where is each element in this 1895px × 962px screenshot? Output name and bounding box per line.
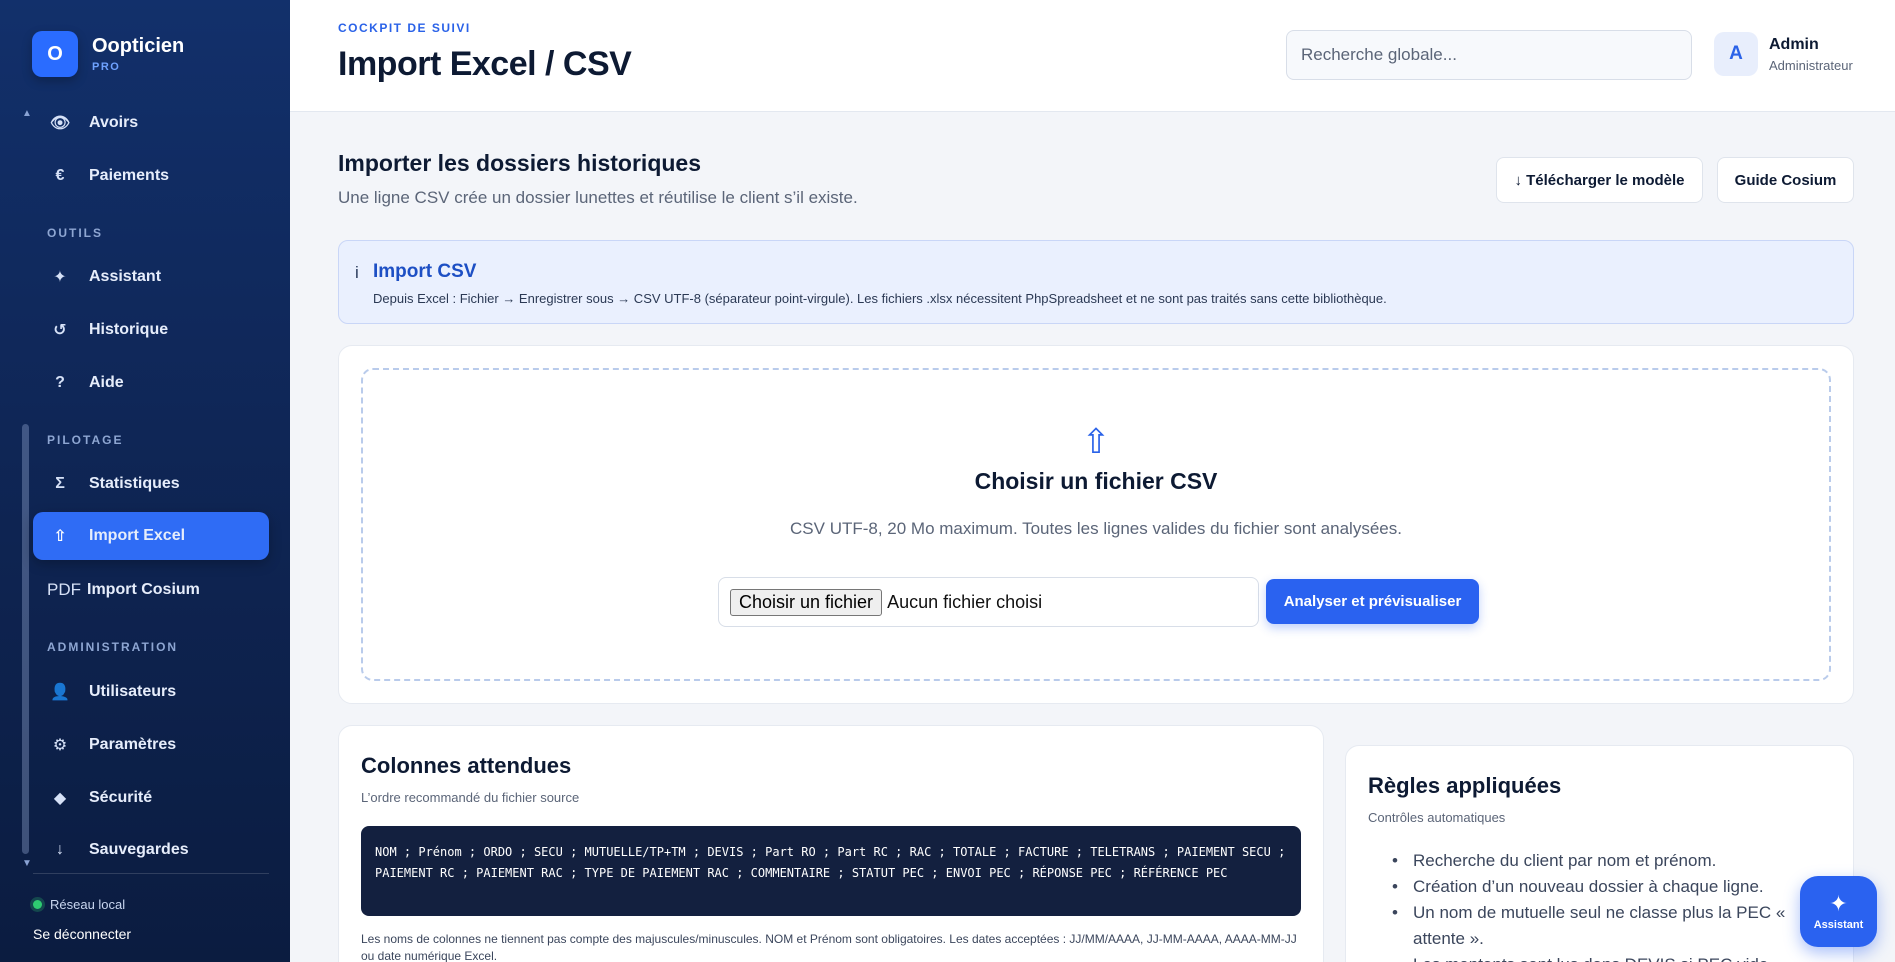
- scroll-up-icon[interactable]: ▲: [22, 108, 32, 119]
- sidebar-item-historique[interactable]: ↺ Historique: [33, 306, 269, 354]
- scroll-down-icon[interactable]: ▼: [22, 858, 32, 869]
- sidebar-item-avoirs[interactable]: 👁 Avoirs: [33, 99, 269, 147]
- sidebar-item-import-cosium[interactable]: PDF Import Cosium: [33, 566, 269, 614]
- sidebar-item-label: Historique: [89, 321, 169, 338]
- list-item: Recherche du client par nom et prénom.: [1368, 848, 1838, 874]
- sidebar-item-parametres[interactable]: ⚙ Paramètres: [33, 721, 269, 769]
- list-item: Création d’un nouveau dossier à chaque l…: [1368, 874, 1838, 900]
- avatar[interactable]: A: [1714, 32, 1758, 76]
- sidebar-item-label: Paramètres: [89, 736, 177, 753]
- sidebar-item-label: Assistant: [89, 268, 162, 285]
- sidebar-item-label: Aide: [89, 374, 124, 391]
- sidebar-item-label: Sécurité: [89, 789, 153, 806]
- sidebar-item-label: Import Excel: [89, 527, 186, 544]
- logout-link[interactable]: Se déconnecter: [33, 926, 131, 942]
- eye-icon: 👁: [49, 115, 71, 132]
- sidebar: O Oopticien PRO ▲ ▼ 👁 Avoirs € Paiements…: [0, 0, 290, 962]
- download-icon: ↓: [56, 841, 64, 858]
- brand[interactable]: O Oopticien PRO: [32, 31, 184, 77]
- rules-title: Règles appliquées: [1368, 773, 1562, 798]
- section-title: Importer les dossiers historiques: [338, 150, 702, 176]
- status-dot-icon: [33, 900, 42, 909]
- page-title: Import Excel / CSV: [338, 45, 632, 83]
- sidebar-item-label: Paiements: [89, 167, 170, 184]
- section-pilotage: PILOTAGE: [47, 433, 124, 447]
- info-alert: i Import CSV Depuis Excel : Fichier → En…: [338, 240, 1854, 324]
- sigma-icon: Σ: [55, 475, 65, 492]
- help-icon: ?: [55, 374, 65, 391]
- sidebar-item-statistiques[interactable]: Σ Statistiques: [33, 460, 269, 508]
- download-template-button[interactable]: ↓ Télécharger le modèle: [1496, 157, 1703, 203]
- info-text: Depuis Excel : Fichier → Enregistrer sou…: [373, 291, 1387, 306]
- sparkle-icon: ✦: [1829, 890, 1848, 916]
- info-title: Import CSV: [373, 261, 477, 282]
- columns-title: Colonnes attendues: [361, 753, 572, 778]
- history-icon: ↺: [53, 322, 67, 339]
- sidebar-scrollbar[interactable]: [22, 424, 29, 854]
- pdf-icon: PDF: [47, 580, 81, 599]
- fab-label: Assistant: [1813, 918, 1864, 931]
- dropzone-subtitle: CSV UTF-8, 20 Mo maximum. Toutes les lig…: [790, 519, 1402, 538]
- rules-subtitle: Contrôles automatiques: [1368, 810, 1506, 825]
- brand-logo: O: [32, 31, 78, 77]
- user-icon: 👤: [50, 684, 70, 701]
- sidebar-item-import-excel[interactable]: ⇧ Import Excel: [33, 512, 269, 560]
- diamond-icon: ◆: [53, 790, 67, 807]
- sidebar-item-sauvegardes[interactable]: ↓ Sauvegardes: [33, 826, 269, 874]
- rules-list: Recherche du client par nom et prénom. C…: [1368, 848, 1838, 962]
- upload-icon: ⇧: [53, 528, 67, 545]
- assistant-fab-button[interactable]: ✦ Assistant: [1800, 876, 1877, 947]
- sidebar-item-paiements[interactable]: € Paiements: [33, 152, 269, 200]
- sidebar-item-label: Utilisateurs: [89, 683, 177, 700]
- sidebar-item-utilisateurs[interactable]: 👤 Utilisateurs: [33, 668, 269, 716]
- sidebar-item-label: Sauvegardes: [89, 841, 189, 858]
- columns-subtitle: L’ordre recommandé du fichier source: [361, 790, 580, 805]
- section-administration: ADMINISTRATION: [47, 640, 179, 654]
- brand-tier: PRO: [92, 61, 121, 73]
- sidebar-item-label: Avoirs: [89, 114, 139, 131]
- sidebar-item-label: Statistiques: [89, 475, 180, 492]
- info-icon: i: [355, 263, 359, 282]
- sidebar-item-assistant[interactable]: ✦ Assistant: [33, 253, 269, 301]
- gear-icon: ⚙: [52, 737, 68, 754]
- file-status: Aucun fichier choisi: [887, 591, 1043, 612]
- choose-file-button[interactable]: Choisir un fichier: [730, 588, 883, 616]
- columns-card: Colonnes attendues L’ordre recommandé du…: [338, 725, 1324, 962]
- sidebar-divider: [33, 873, 269, 874]
- user-role: Administrateur: [1769, 58, 1853, 73]
- network-status: Réseau local: [33, 897, 125, 912]
- rules-card: Règles appliquées Contrôles automatiques…: [1345, 745, 1854, 962]
- global-search-input[interactable]: [1286, 30, 1692, 80]
- list-item: Les montants sont lus dans DEVIS si PEC …: [1368, 952, 1838, 962]
- page-kicker: COCKPIT DE SUIVI: [338, 21, 471, 35]
- sidebar-item-label: Import Cosium: [87, 581, 200, 598]
- analyze-button[interactable]: Analyser et prévisualiser: [1266, 579, 1479, 624]
- guide-cosium-button[interactable]: Guide Cosium: [1717, 157, 1854, 203]
- user-name[interactable]: Admin: [1769, 36, 1819, 54]
- file-input[interactable]: Choisir un fichier Aucun fichier choisi: [718, 577, 1259, 627]
- section-subtitle: Une ligne CSV crée un dossier lunettes e…: [338, 188, 858, 207]
- columns-code-block: NOM ; Prénom ; ORDO ; SECU ; MUTUELLE/TP…: [361, 826, 1301, 916]
- upload-card: ⇧ Choisir un fichier CSV CSV UTF-8, 20 M…: [338, 345, 1854, 704]
- section-outils: OUTILS: [47, 226, 103, 240]
- upload-arrow-icon: ⇧: [1081, 423, 1111, 461]
- file-dropzone[interactable]: ⇧ Choisir un fichier CSV CSV UTF-8, 20 M…: [361, 368, 1831, 681]
- topbar: COCKPIT DE SUIVI Import Excel / CSV A Ad…: [290, 0, 1895, 112]
- sparkle-icon: ✦: [53, 269, 67, 286]
- sidebar-item-aide[interactable]: ? Aide: [33, 359, 269, 407]
- columns-note: Les noms de colonnes ne tiennent pas com…: [361, 932, 1297, 962]
- euro-icon: €: [55, 167, 65, 184]
- sidebar-item-securite[interactable]: ◆ Sécurité: [33, 774, 269, 822]
- list-item: Un nom de mutuelle seul ne classe plus l…: [1368, 900, 1838, 952]
- brand-name: Oopticien: [92, 35, 185, 57]
- dropzone-title: Choisir un fichier CSV: [974, 468, 1218, 494]
- network-label: Réseau local: [50, 897, 126, 912]
